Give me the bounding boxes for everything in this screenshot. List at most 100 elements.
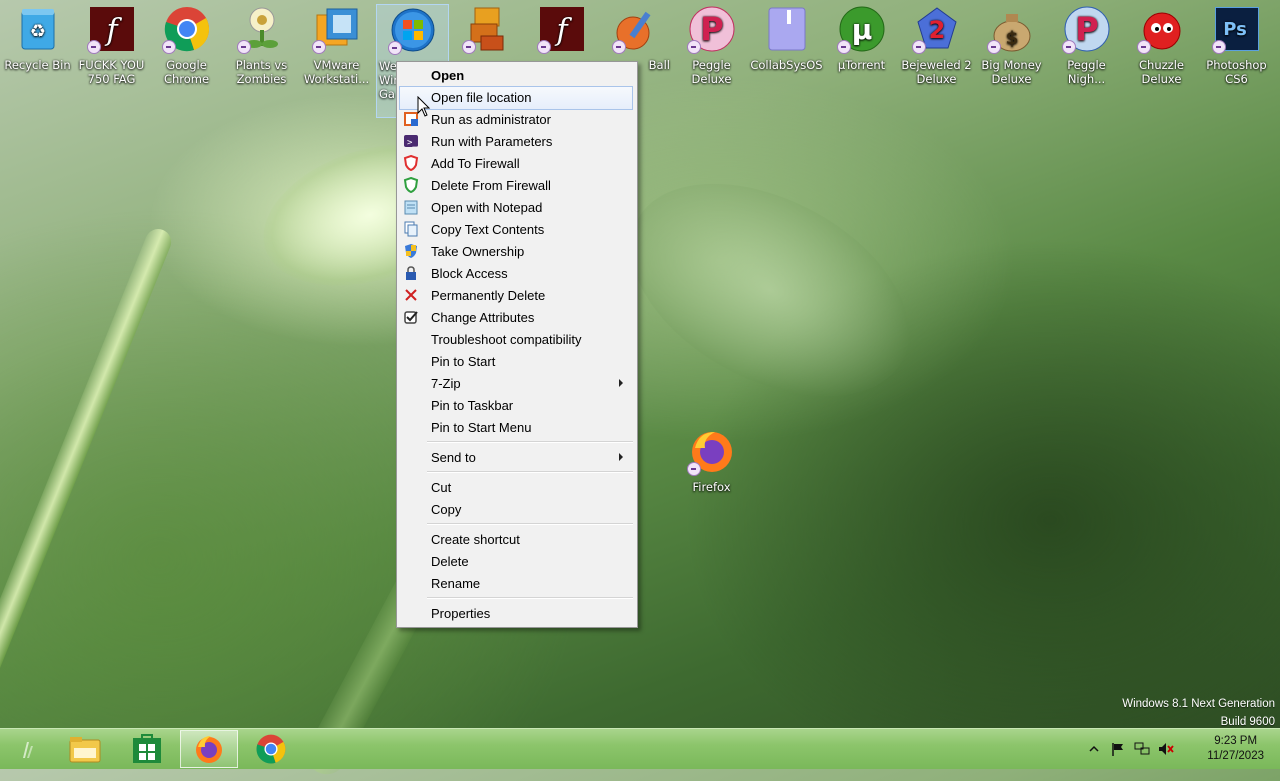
desktop-icon-flash-1[interactable]: f FUCKK YOU 750 FAG (74, 4, 149, 94)
copy-text-icon (403, 221, 419, 237)
taskbar: 9:23 PM 11/27/2023 (0, 728, 1280, 769)
system-tray: 9:23 PM 11/27/2023 (1080, 729, 1280, 769)
taskbar-chrome[interactable] (242, 730, 300, 768)
menu-item-send-to[interactable]: Send to (399, 446, 633, 468)
desktop-icon-bejeweled-2[interactable]: 2 Bejeweled 2 Deluxe (899, 4, 974, 94)
taskbar-firefox[interactable] (180, 730, 238, 768)
menu-item-pin-to-start-menu[interactable]: Pin to Start Menu (399, 416, 633, 438)
photoshop-icon: Ps (1211, 6, 1260, 54)
desktop-icon-utorrent[interactable]: µ µTorrent (824, 4, 899, 94)
menu-separator (427, 471, 633, 473)
start-button[interactable] (8, 730, 48, 768)
menu-item-troubleshoot-compatibility[interactable]: Troubleshoot compatibility (399, 328, 633, 350)
menu-item-pin-to-start[interactable]: Pin to Start (399, 350, 633, 372)
folder-icon (764, 6, 810, 52)
store-icon (133, 734, 161, 763)
chrome-icon (256, 734, 286, 764)
shortcut-arrow-icon (461, 40, 476, 54)
checkbox-icon (403, 309, 419, 325)
menu-separator (427, 597, 633, 599)
desktop-icon-chuzzle[interactable]: Chuzzle Deluxe (1124, 4, 1199, 94)
menu-item-take-ownership[interactable]: Take Ownership (399, 240, 633, 262)
shortcut-arrow-icon (161, 40, 176, 54)
shield-red-icon (403, 155, 419, 171)
taskbar-store[interactable] (118, 730, 176, 768)
menu-item-open[interactable]: Open (399, 64, 633, 86)
desktop-icon-big-money[interactable]: $ Big Money Deluxe (974, 4, 1049, 94)
svg-text:P: P (1075, 10, 1098, 48)
file-explorer-icon (69, 737, 101, 763)
menu-item-copy-text-contents[interactable]: Copy Text Contents (399, 218, 633, 240)
submenu-arrow-icon (619, 453, 623, 461)
context-menu: Open Open file location Run as administr… (396, 61, 638, 628)
menu-item-permanently-delete[interactable]: Permanently Delete (399, 284, 633, 306)
mouse-cursor-icon (417, 96, 431, 117)
svg-text:µ: µ (851, 13, 872, 46)
desktop-icon-google-chrome[interactable]: Google Chrome (149, 4, 224, 94)
shortcut-arrow-icon (86, 40, 101, 54)
desktop-icon-collabsysos[interactable]: CollabSysOS (749, 4, 824, 94)
wallpaper-stem (0, 225, 176, 718)
taskbar-clock[interactable]: 9:23 PM 11/27/2023 (1207, 734, 1264, 764)
network-icon[interactable] (1134, 741, 1150, 757)
show-hidden-icons-chevron-icon[interactable] (1086, 741, 1102, 757)
desktop-icon-photoshop[interactable]: Ps Photoshop CS6 (1199, 4, 1274, 94)
menu-item-open-with-notepad[interactable]: Open with Notepad (399, 196, 633, 218)
shortcut-arrow-icon (536, 40, 551, 54)
money-bag-icon: $ (986, 6, 1035, 54)
shield-green-icon (403, 177, 419, 193)
svg-text:♻: ♻ (29, 21, 45, 42)
menu-item-run-as-administrator[interactable]: Run as administrator (399, 108, 633, 130)
desktop-icon-row: ♻ Recycle Bin f FUCKK YOU 750 FAG Google… (0, 4, 1280, 118)
menu-item-delete-from-firewall[interactable]: Delete From Firewall (399, 174, 633, 196)
menu-item-rename[interactable]: Rename (399, 572, 633, 594)
svg-text:$: $ (1005, 28, 1018, 49)
menu-item-properties[interactable]: Properties (399, 602, 633, 624)
peggle-nights-icon: P (1061, 6, 1110, 54)
chuzzle-icon (1136, 6, 1185, 54)
notepad-icon (403, 199, 419, 215)
volume-muted-icon[interactable] (1158, 741, 1174, 757)
menu-item-open-file-location[interactable]: Open file location (399, 86, 633, 110)
firefox-icon (686, 428, 735, 476)
shortcut-arrow-icon (911, 40, 926, 54)
red-x-icon (403, 287, 419, 303)
menu-item-7-zip[interactable]: 7-Zip (399, 372, 633, 394)
utorrent-icon: µ (836, 6, 885, 54)
svg-text:>_: >_ (407, 138, 418, 148)
desktop-icon-recycle-bin[interactable]: ♻ Recycle Bin (0, 4, 75, 94)
menu-item-cut[interactable]: Cut (399, 476, 633, 498)
svg-text:Ps: Ps (1223, 19, 1247, 40)
desktop-icon-vmware[interactable]: VMware Workstati... (299, 4, 374, 94)
wallpaper-plume-right (595, 140, 945, 440)
shortcut-arrow-icon (686, 462, 701, 476)
flash-icon: f (86, 6, 135, 54)
desktop-icon-peggle-deluxe[interactable]: P Peggle Deluxe (674, 4, 749, 94)
firefox-icon (196, 736, 222, 763)
game-blocks-icon (461, 6, 510, 54)
windows-orb-icon (387, 7, 436, 55)
flash-icon: f (536, 6, 585, 54)
shortcut-arrow-icon (686, 40, 701, 54)
start-icon (23, 742, 33, 758)
menu-item-run-with-parameters[interactable]: >_ Run with Parameters (399, 130, 633, 152)
action-center-flag-icon[interactable] (1110, 741, 1126, 757)
bejeweled-icon: 2 (911, 6, 960, 54)
peggle-icon: P (686, 6, 735, 54)
taskbar-file-explorer[interactable] (56, 730, 114, 768)
desktop-icon-firefox[interactable]: Firefox (674, 426, 749, 516)
shortcut-arrow-icon (387, 41, 402, 55)
menu-item-change-attributes[interactable]: Change Attributes (399, 306, 633, 328)
menu-item-block-access[interactable]: Block Access (399, 262, 633, 284)
submenu-arrow-icon (619, 379, 623, 387)
console-icon: >_ (403, 133, 419, 149)
menu-item-copy[interactable]: Copy (399, 498, 633, 520)
desktop-icon-plants-vs-zombies[interactable]: Plants vs Zombies (224, 4, 299, 94)
menu-item-delete[interactable]: Delete (399, 550, 633, 572)
shortcut-arrow-icon (611, 40, 626, 54)
menu-item-pin-to-taskbar[interactable]: Pin to Taskbar (399, 394, 633, 416)
menu-item-add-to-firewall[interactable]: Add To Firewall (399, 152, 633, 174)
shortcut-arrow-icon (1061, 40, 1076, 54)
desktop-icon-peggle-nights[interactable]: P Peggle Nigh... (1049, 4, 1124, 94)
menu-item-create-shortcut[interactable]: Create shortcut (399, 528, 633, 550)
